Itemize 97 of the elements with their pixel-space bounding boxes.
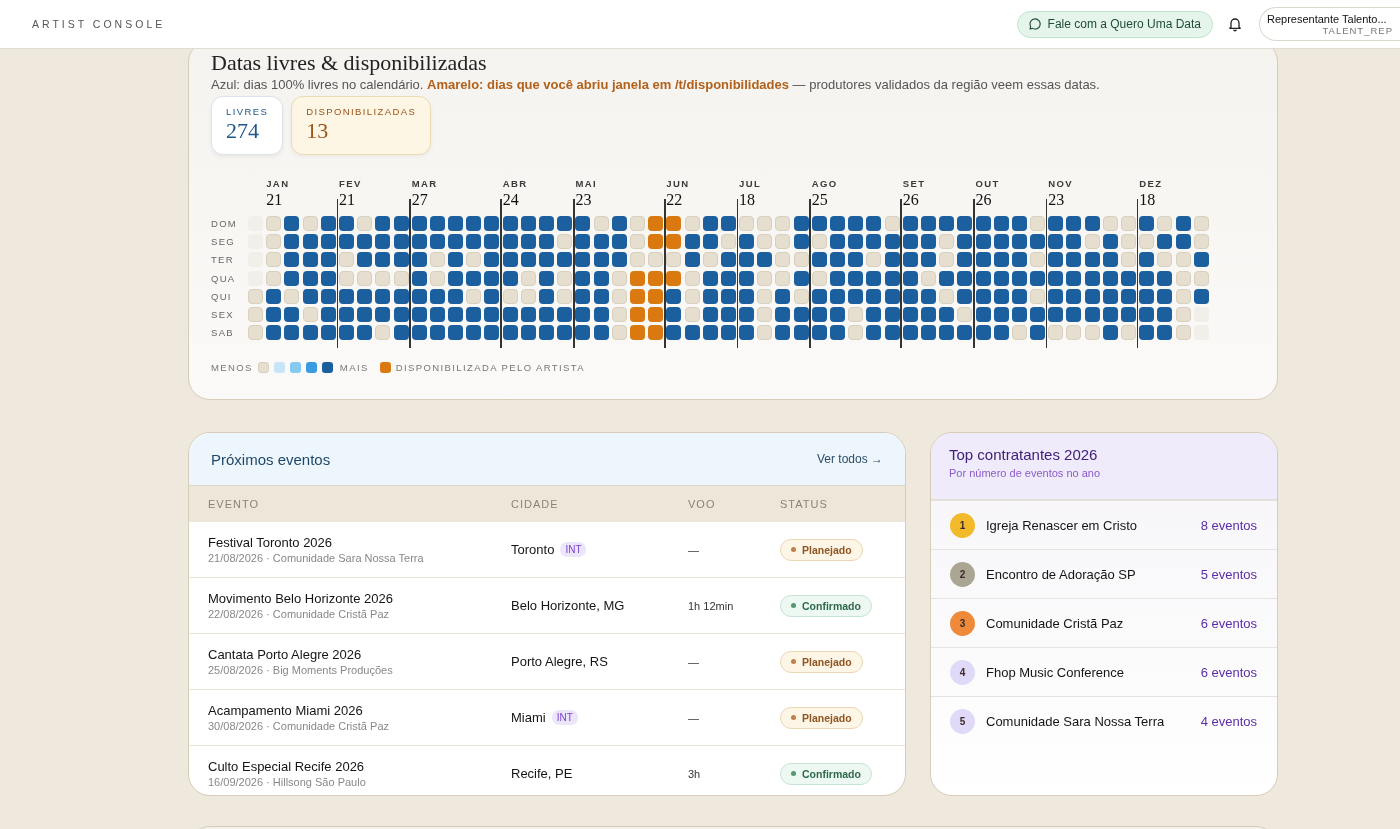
stat-value: 13 bbox=[306, 119, 330, 143]
rank-badge: 4 bbox=[950, 659, 975, 685]
client-name: Igreja Renascer em Cristo bbox=[986, 517, 1138, 533]
client-name: Comunidade Sara Nossa Terra bbox=[986, 713, 1166, 729]
month-day: 23 bbox=[575, 190, 592, 210]
flight-time: — bbox=[688, 711, 700, 724]
contact-button[interactable]: Fale com a Quero Uma Data bbox=[1016, 10, 1213, 38]
legend-label: DISPONIBILIZADA PELO ARTISTA bbox=[395, 362, 585, 374]
event-details: 22/08/2026 · Comunidade Cristã Paz bbox=[208, 608, 390, 620]
event-name: Festival Toronto 2026 bbox=[208, 535, 334, 550]
month-day: 18 bbox=[1139, 190, 1156, 210]
user-name: Representante Talento... bbox=[1267, 12, 1387, 25]
month-day: 26 bbox=[975, 190, 992, 210]
client-name: Comunidade Cristã Paz bbox=[986, 615, 1125, 631]
event-count: 6 eventos bbox=[1200, 664, 1257, 680]
status-pill: Confirmado bbox=[780, 594, 872, 617]
view-all-link[interactable]: Ver todos → bbox=[816, 452, 883, 466]
month-label: FEV bbox=[338, 177, 362, 190]
status-pill: Confirmado bbox=[780, 762, 872, 785]
card-title: Top contratantes 2026 bbox=[949, 446, 1099, 463]
user-role: TALENT_REP bbox=[1322, 24, 1393, 36]
month-day: 23 bbox=[1048, 190, 1065, 210]
city-name: Belo Horizonte, MG bbox=[511, 598, 625, 613]
month-label: OUT bbox=[975, 177, 1000, 190]
event-name: Movimento Belo Horizonte 2026 bbox=[208, 591, 394, 606]
status-pill: Planejado bbox=[780, 538, 863, 561]
column-header: EVENTO bbox=[208, 497, 261, 510]
month-day: 18 bbox=[739, 190, 756, 210]
stat-label: DISPONIBILIZADAS bbox=[306, 106, 417, 117]
card-subtitle: Por número de eventos no ano bbox=[949, 467, 1102, 479]
month-day: 22 bbox=[666, 190, 683, 210]
card-title: Próximos eventos bbox=[211, 450, 331, 468]
event-count: 4 eventos bbox=[1200, 713, 1257, 729]
rank-badge: 2 bbox=[950, 561, 975, 587]
flight-time: — bbox=[688, 655, 700, 668]
user-menu[interactable]: Representante Talento... TALENT_REP bbox=[1259, 7, 1400, 41]
legend-label: MAIS bbox=[339, 362, 369, 374]
month-label: ABR bbox=[502, 177, 528, 190]
section-title: Datas livres & disponibilizadas bbox=[211, 51, 488, 75]
flight-time: 1h 12min bbox=[688, 599, 735, 612]
city-name: Recife, PE bbox=[511, 766, 573, 781]
stat-label: LIVRES bbox=[226, 106, 269, 117]
brand-title: ARTIST CONSOLE bbox=[32, 18, 166, 30]
city-name: Porto Alegre, RS bbox=[511, 654, 608, 669]
month-day: 21 bbox=[266, 190, 283, 210]
flight-time: — bbox=[688, 543, 700, 556]
client-name: Encontro de Adoração SP bbox=[986, 566, 1137, 582]
client-name: Fhop Music Conference bbox=[986, 664, 1125, 680]
stat-value: 274 bbox=[226, 119, 260, 143]
status-pill: Planejado bbox=[780, 650, 863, 673]
event-count: 6 eventos bbox=[1200, 615, 1257, 631]
weekday-label: QUI bbox=[211, 289, 233, 304]
flight-time: 3h bbox=[688, 767, 702, 780]
weekday-label: QUA bbox=[211, 271, 237, 286]
weekday-label: DOM bbox=[211, 217, 239, 231]
rank-badge: 1 bbox=[950, 512, 975, 538]
month-label: NOV bbox=[1048, 177, 1074, 190]
column-header: CIDADE bbox=[511, 497, 560, 510]
weekday-label: SEX bbox=[211, 307, 235, 322]
event-count: 5 eventos bbox=[1200, 566, 1257, 582]
month-label: JUL bbox=[739, 177, 762, 190]
international-badge: INT bbox=[551, 710, 578, 725]
column-header: STATUS bbox=[780, 497, 829, 510]
city-name: Miami bbox=[511, 710, 546, 725]
event-name: Culto Especial Recife 2026 bbox=[208, 759, 366, 774]
event-details: 25/08/2026 · Big Moments Produções bbox=[208, 664, 394, 676]
chat-icon bbox=[1027, 17, 1042, 31]
section-description: Azul: dias 100% livres no calendário. Amarelo: dias que você abriu janela em /t/disponibilidades — produtores validados da região veem essas datas. bbox=[211, 77, 1101, 92]
status-pill: Planejado bbox=[780, 706, 863, 729]
rank-badge: 5 bbox=[950, 708, 975, 734]
month-label: SET bbox=[902, 177, 926, 190]
weekday-label: SAB bbox=[211, 326, 235, 341]
international-badge: INT bbox=[560, 542, 587, 557]
event-details: 16/09/2026 · Hillsong São Paulo bbox=[208, 776, 367, 788]
month-label: JUN bbox=[666, 177, 690, 190]
month-label: MAR bbox=[411, 177, 438, 190]
month-label: AGO bbox=[811, 177, 838, 190]
bell-icon[interactable] bbox=[1227, 16, 1243, 32]
month-day: 24 bbox=[502, 190, 519, 210]
month-day: 25 bbox=[811, 190, 828, 210]
weekday-label: SEG bbox=[211, 235, 236, 250]
month-day: 21 bbox=[338, 190, 355, 210]
weekday-label: TER bbox=[211, 253, 235, 268]
event-details: 21/08/2026 · Comunidade Sara Nossa Terra bbox=[208, 552, 425, 564]
legend-label: MENOS bbox=[211, 362, 253, 374]
event-name: Cantata Porto Alegre 2026 bbox=[208, 647, 363, 662]
month-day: 27 bbox=[411, 190, 428, 210]
month-label: JAN bbox=[266, 177, 290, 190]
month-label: MAI bbox=[575, 177, 597, 190]
event-name: Acampamento Miami 2026 bbox=[208, 703, 364, 718]
rank-badge: 3 bbox=[950, 610, 975, 636]
month-label: DEZ bbox=[1139, 177, 1163, 190]
city-name: Toronto bbox=[511, 542, 555, 557]
month-day: 26 bbox=[902, 190, 919, 210]
column-header: VOO bbox=[688, 497, 717, 510]
event-details: 30/08/2026 · Comunidade Cristã Paz bbox=[208, 720, 390, 732]
event-count: 8 eventos bbox=[1200, 517, 1257, 533]
